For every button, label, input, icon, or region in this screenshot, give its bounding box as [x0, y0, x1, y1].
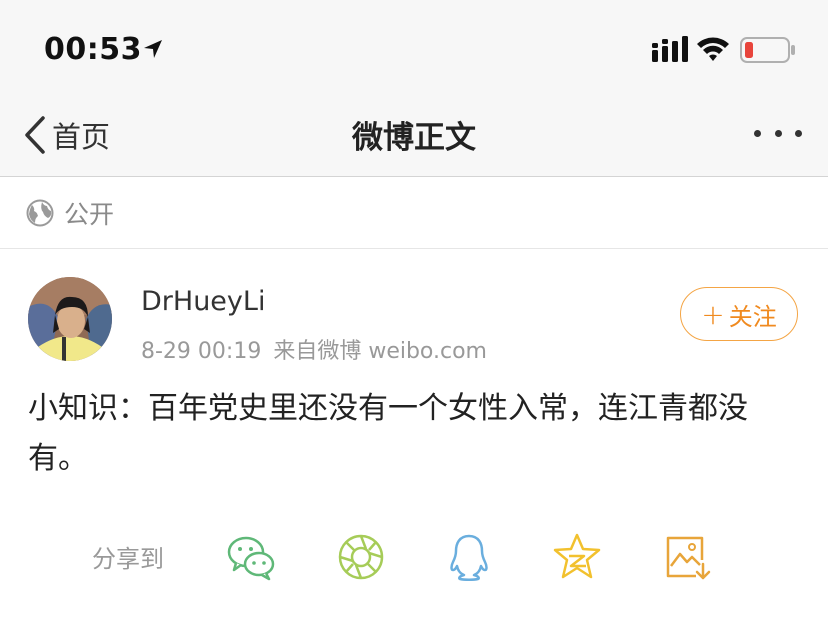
battery-icon: [740, 37, 795, 63]
post-source: 来自微博 weibo.com: [273, 339, 487, 364]
more-button[interactable]: [754, 118, 802, 148]
share-row: 分享到: [0, 527, 828, 587]
more-dot-icon: [795, 129, 802, 137]
status-time: 00:53: [44, 32, 142, 67]
share-label: 分享到: [92, 545, 164, 573]
plus-icon: +: [701, 297, 725, 331]
username[interactable]: DrHueyLi: [141, 286, 265, 317]
qzone-icon[interactable]: [552, 532, 602, 582]
status-bar: 00:53: [0, 0, 828, 96]
location-arrow-icon: [144, 40, 162, 58]
signal-icon: [652, 36, 688, 62]
avatar-image: [28, 277, 112, 361]
post-meta: 8-29 00:19 来自微博 weibo.com: [141, 333, 487, 365]
more-dot-icon: [754, 129, 761, 137]
wechat-icon[interactable]: [226, 532, 276, 582]
save-image-icon[interactable]: [662, 532, 712, 582]
page-title: 微博正文: [352, 120, 476, 156]
nav-bar: 首页 微博正文: [0, 96, 828, 177]
follow-label: 关注: [728, 302, 777, 331]
more-dot-icon: [774, 129, 782, 137]
visibility-row: 公开: [0, 177, 828, 249]
globe-icon: [26, 199, 54, 226]
post-time: 8-29 00:19: [141, 339, 262, 364]
moments-icon[interactable]: [336, 532, 386, 582]
qq-icon[interactable]: [444, 532, 494, 582]
post-text: 小知识：百年党史里还没有一个女性入常，连江青都没有。: [28, 391, 748, 476]
wifi-icon: [697, 37, 729, 61]
avatar[interactable]: [28, 277, 112, 361]
visibility-label: 公开: [64, 199, 115, 229]
follow-button[interactable]: + 关注: [680, 287, 798, 341]
